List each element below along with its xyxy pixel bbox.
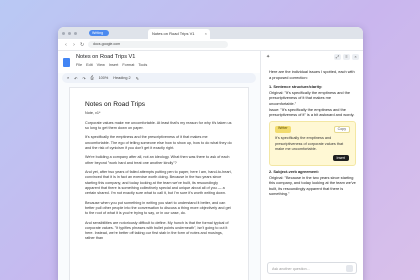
suggestion-card: Writer Copy It's specifically the emptin…: [269, 120, 356, 166]
menu-tools[interactable]: Tools: [138, 63, 147, 67]
doc-title[interactable]: Notes on Road Trips V1: [76, 54, 135, 60]
assistant-panel: ✦ ⤢ ≡ × Here are the individual issues I…: [260, 51, 363, 280]
menu-view[interactable]: View: [97, 63, 105, 67]
style-select[interactable]: Heading 2: [113, 76, 130, 80]
redo-icon[interactable]: ↷: [82, 76, 85, 81]
document-area: Notes on Road Trips V1 File Edit View In…: [58, 51, 260, 280]
paragraph: It's specifically the emptiness and the …: [85, 135, 232, 150]
forward-icon[interactable]: ›: [72, 42, 76, 48]
writer-chip: Writer: [275, 125, 291, 134]
window-min-dot[interactable]: [68, 31, 71, 35]
panel-header: ✦ ⤢ ≡ ×: [261, 51, 363, 63]
search-icon[interactable]: ⌕: [67, 76, 69, 80]
paragraph: Corporate values make me uncomfortable. …: [85, 120, 232, 130]
paragraph: And yet, after two years of failed attem…: [85, 170, 232, 195]
reload-icon[interactable]: ↻: [80, 42, 84, 48]
doc-page[interactable]: Notes on Road Trips Note, v1* Corporate …: [69, 87, 249, 280]
window-close-dot[interactable]: [62, 31, 65, 35]
browser-window: Writing Notes on Road Trips V1 × ‹ › ↻ d…: [58, 27, 363, 280]
ask-input[interactable]: Ask another question...: [267, 262, 357, 274]
send-icon[interactable]: [346, 265, 353, 272]
tab-group-pill[interactable]: Writing: [89, 30, 109, 36]
issue-title: 1. Sentence structure/clarity:: [269, 84, 323, 90]
panel-close-button[interactable]: ×: [352, 54, 359, 60]
url-field[interactable]: docs.google.com: [88, 41, 228, 48]
menu-format[interactable]: Format: [122, 63, 134, 67]
panel-intro: Here are the individual issues I spotted…: [269, 69, 355, 80]
paragraph: And sensibilities are notoriously diffic…: [85, 220, 229, 241]
address-bar-row: ‹ › ↻ docs.google.com: [58, 39, 363, 51]
menu-insert[interactable]: Insert: [109, 63, 119, 67]
back-icon[interactable]: ‹: [64, 42, 68, 48]
issue-title: 2. Subject-verb agreement:: [269, 168, 319, 174]
panel-menu-button[interactable]: ≡: [343, 54, 350, 60]
panel-body: Here are the individual issues I spotted…: [261, 63, 363, 197]
tab-title: Notes on Road Trips V1: [152, 31, 195, 36]
paragraph: We're building a company after all, not …: [85, 155, 230, 165]
doc-toolbar: ⌕ ↶ ↷ ⎙ 100% Heading 2 ✎: [62, 73, 256, 83]
issue-original: Original: "It's specifically the emptine…: [269, 89, 351, 106]
print-icon[interactable]: ⎙: [91, 76, 94, 80]
issue-original: Original: "Because in the two years sinc…: [269, 174, 356, 197]
close-icon[interactable]: ×: [205, 29, 207, 39]
paragraph: Note, v1*: [85, 111, 101, 115]
docs-icon: [63, 57, 70, 67]
ask-placeholder: Ask another question...: [272, 267, 310, 271]
window-max-dot[interactable]: [74, 31, 77, 35]
menu-file[interactable]: File: [76, 63, 82, 67]
suggestion-text: It's specifically the emptiness and pres…: [275, 136, 344, 151]
zoom-select[interactable]: 100%: [99, 76, 109, 80]
sparkle-icon: ✦: [266, 54, 271, 60]
doc-header: Notes on Road Trips V1 File Edit View In…: [58, 51, 260, 73]
undo-icon[interactable]: ↶: [74, 76, 77, 81]
menu-edit[interactable]: Edit: [86, 63, 93, 67]
pen-icon[interactable]: ✎: [136, 76, 139, 81]
tab-strip: Writing Notes on Road Trips V1 ×: [58, 27, 363, 39]
copy-button[interactable]: Copy: [333, 125, 350, 134]
insert-button[interactable]: Insert: [332, 154, 349, 161]
panel-expand-button[interactable]: ⤢: [334, 54, 341, 60]
issue-description: Issue: "It's specifically the emptiness …: [269, 106, 355, 118]
doc-menu: File Edit View Insert Format Tools: [76, 63, 147, 67]
tab-active[interactable]: Notes on Road Trips V1 ×: [148, 29, 210, 39]
paragraph: Because when you put something in writin…: [85, 200, 231, 215]
doc-heading: Notes on Road Trips: [85, 101, 146, 108]
